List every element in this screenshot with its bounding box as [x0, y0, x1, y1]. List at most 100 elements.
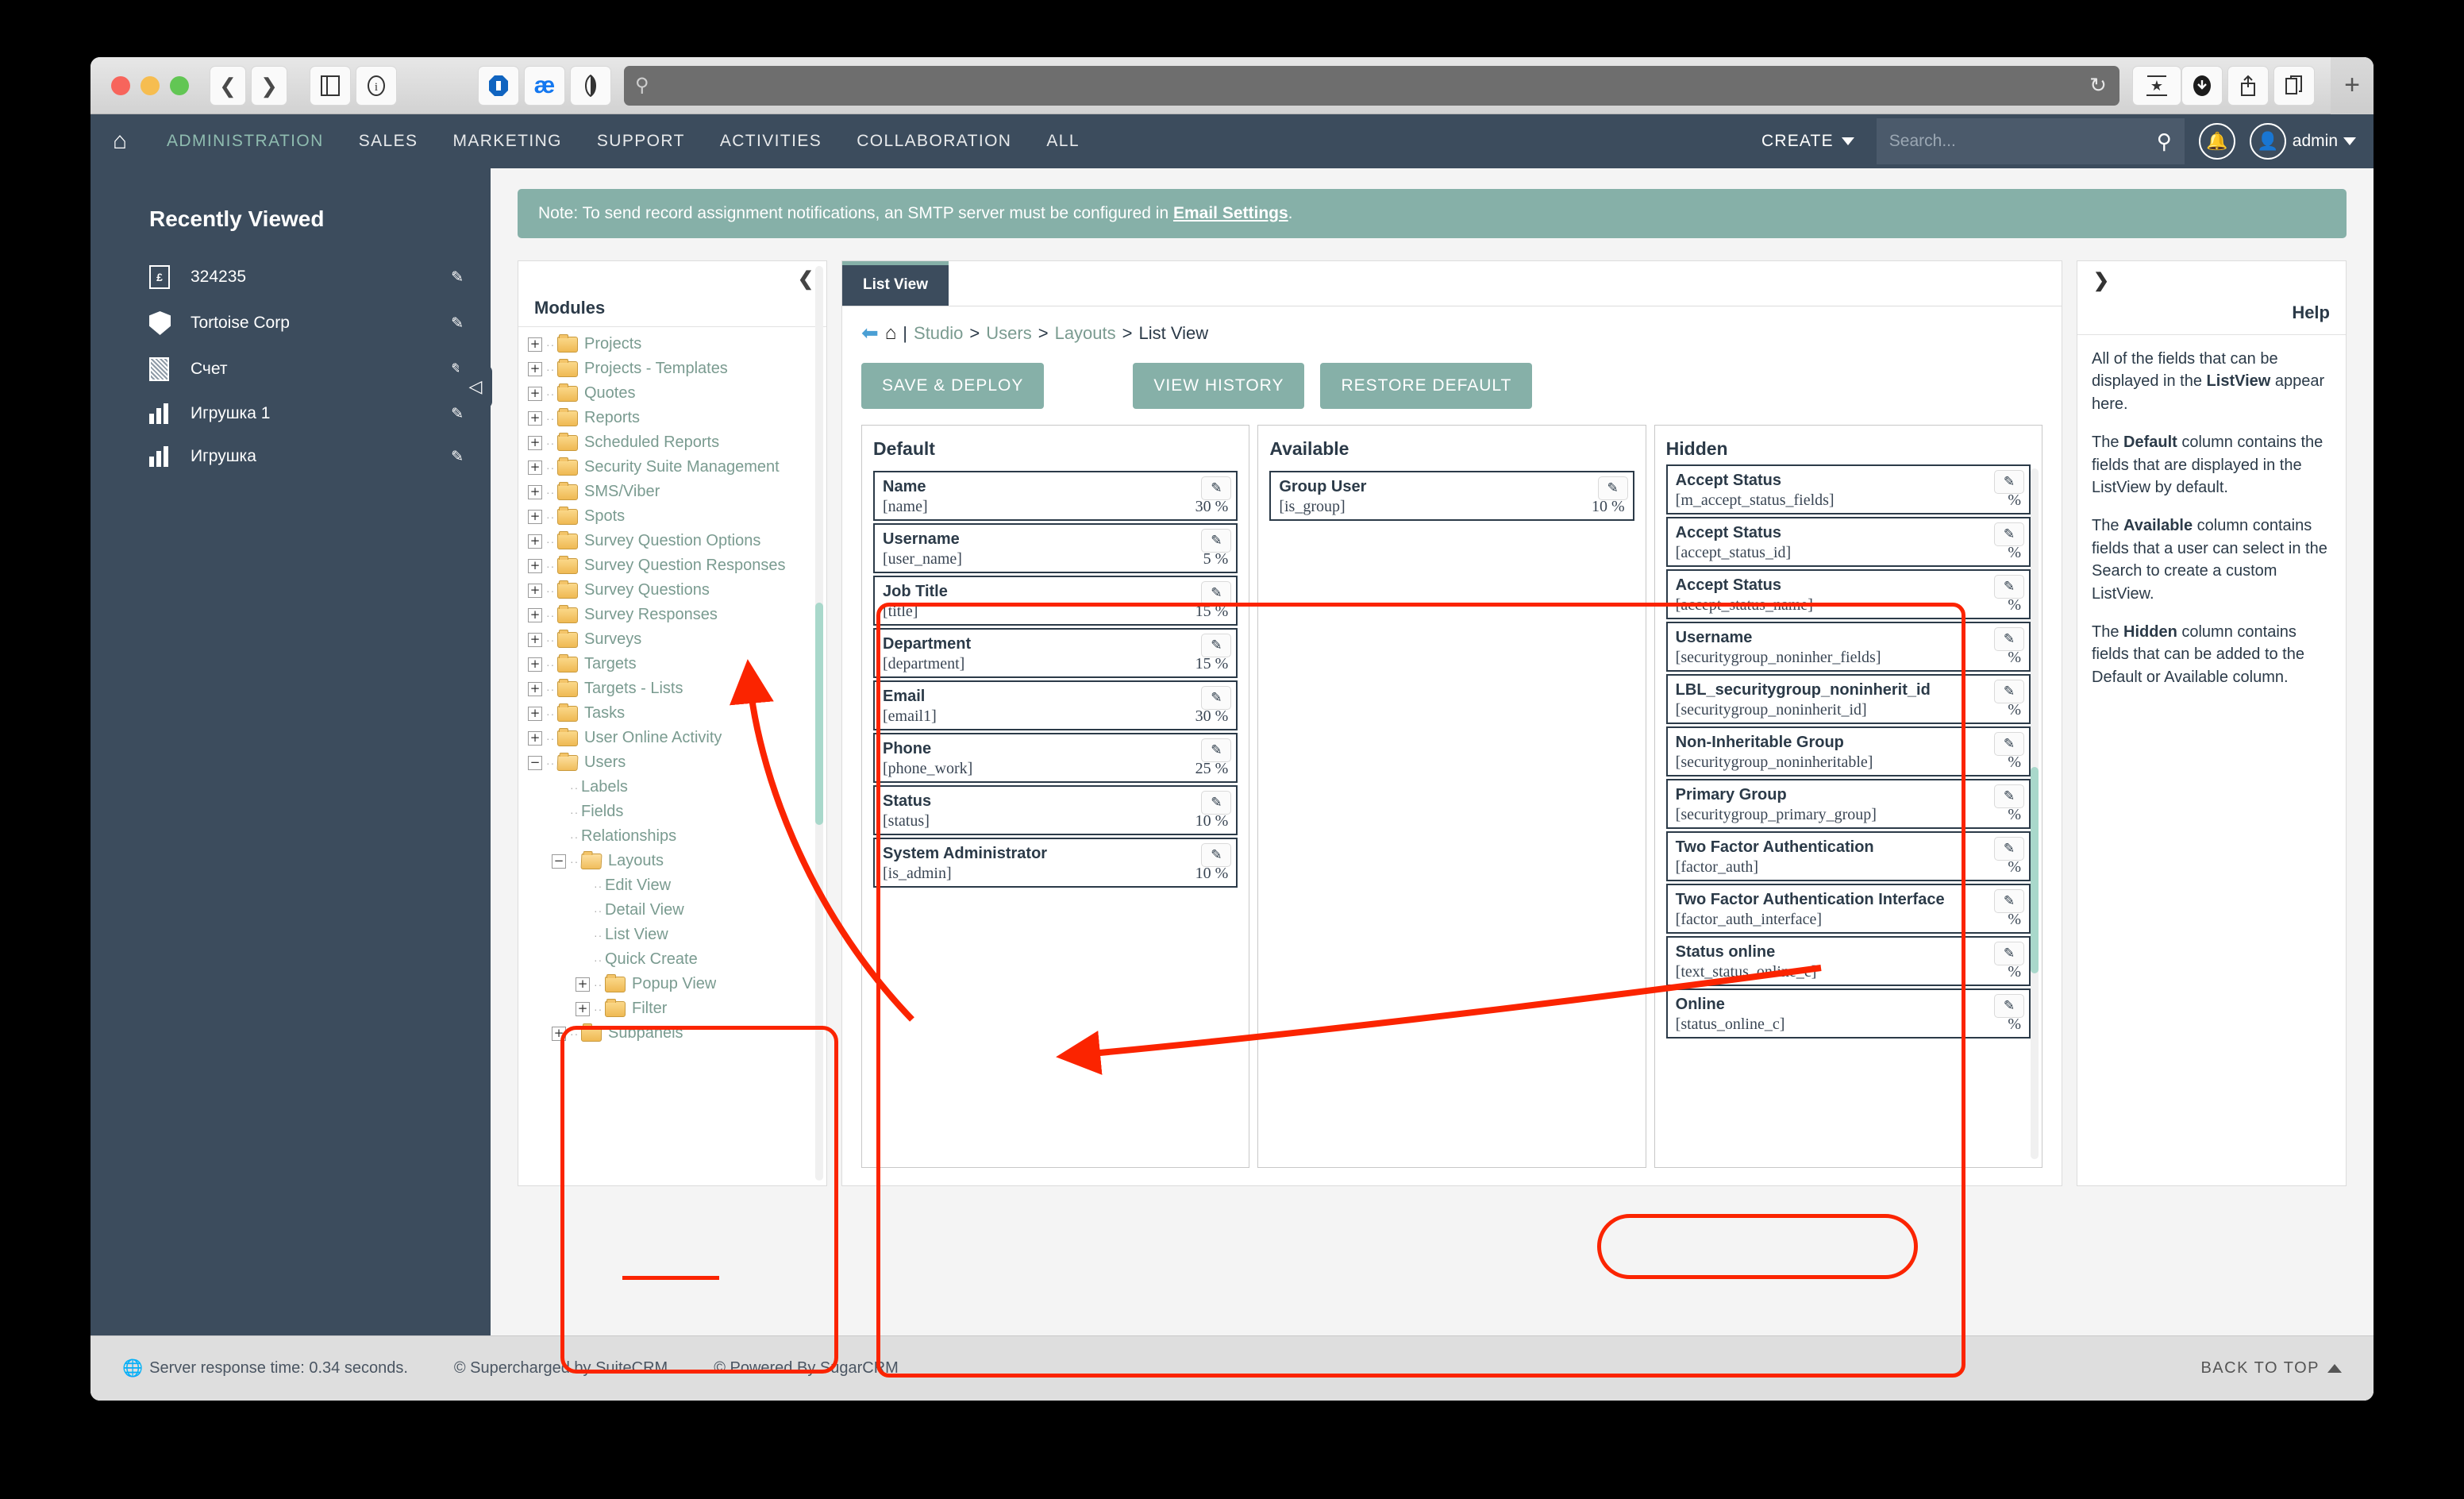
chevron-left-icon[interactable]: ❮ — [798, 268, 814, 291]
nav-item-marketing[interactable]: MARKETING — [435, 114, 579, 168]
field-card[interactable]: Status [status] 10 % ✎ — [873, 785, 1238, 835]
tree-item-user-online-activity[interactable]: + ·· User Online Activity — [523, 726, 826, 750]
expand-icon[interactable]: + — [528, 361, 542, 376]
field-card[interactable]: Two Factor Authentication [factor_auth]% ✎ — [1665, 831, 2031, 881]
edit-pencil-icon[interactable]: ✎ — [1597, 476, 1628, 500]
forward-icon[interactable]: ❯ — [251, 65, 287, 106]
edit-pencil-icon[interactable]: ✎ — [451, 448, 464, 466]
sidebar-item-tortoise-corp[interactable]: Tortoise Corp ✎ — [90, 300, 491, 346]
edit-pencil-icon[interactable]: ✎ — [1201, 634, 1232, 657]
tab-list-view[interactable]: List View — [842, 261, 949, 306]
edit-pencil-icon[interactable]: ✎ — [1993, 732, 2024, 756]
field-card[interactable]: Accept Status [m_accept_status_fields]% ✎ — [1665, 464, 2031, 514]
edit-pencil-icon[interactable]: ✎ — [1993, 470, 2024, 494]
field-card[interactable]: Email [email1] 30 % ✎ — [873, 680, 1238, 730]
email-settings-link[interactable]: Email Settings — [1173, 204, 1288, 222]
edit-pencil-icon[interactable]: ✎ — [1993, 837, 2024, 861]
edit-pencil-icon[interactable]: ✎ — [1993, 680, 2024, 703]
share-icon[interactable] — [2227, 65, 2269, 106]
tree-item-projects[interactable]: + ·· Projects — [523, 332, 826, 356]
tree-item-tasks[interactable]: + ·· Tasks — [523, 701, 826, 726]
tree-item-targets[interactable]: + ·· Targets — [523, 652, 826, 676]
sidebar-item-igrushka[interactable]: Игрушка ✎ — [90, 435, 491, 478]
edit-pencil-icon[interactable]: ✎ — [1993, 942, 2024, 965]
sidebar-item-324235[interactable]: £ 324235 ✎ — [90, 254, 491, 300]
notifications-icon[interactable]: 🔔 — [2198, 123, 2235, 160]
back-icon[interactable]: ❮ — [210, 65, 246, 106]
tree-item-quick-create[interactable]: ·· Quick Create — [523, 947, 826, 972]
tree-item-subpanels[interactable]: + ·· Subpanels — [523, 1021, 826, 1046]
tree-item-survey-responses[interactable]: + ·· Survey Responses — [523, 603, 826, 627]
bookmark-icon[interactable]: ★ — [2132, 65, 2181, 106]
hidden-column[interactable]: Hidden Accept Status [m_accept_status_fiel… — [1654, 425, 2042, 1168]
field-card[interactable]: Job Title [title] 15 % ✎ — [873, 576, 1238, 626]
nav-item-administration[interactable]: ADMINISTRATION — [149, 114, 341, 168]
user-menu[interactable]: admin — [2293, 132, 2356, 151]
tree-item-projects-templates[interactable]: + ·· Projects - Templates — [523, 356, 826, 381]
tree-item-survey-question-responses[interactable]: + ·· Survey Question Responses — [523, 553, 826, 578]
window-traffic-lights[interactable] — [111, 75, 189, 95]
chevron-right-icon[interactable]: ❯ — [2093, 270, 2109, 291]
sidebar-collapse-button[interactable]: ◁ — [459, 365, 492, 408]
modules-tree[interactable]: + ·· Projects + ·· Projects - Templates + ·· Quo… — [518, 326, 826, 1185]
edit-pencil-icon[interactable]: ✎ — [1201, 581, 1232, 605]
new-tab-icon[interactable]: + — [2331, 57, 2374, 114]
edit-pencil-icon[interactable]: ✎ — [1201, 686, 1232, 710]
expand-icon[interactable]: + — [528, 386, 542, 401]
create-button[interactable]: CREATE — [1761, 132, 1854, 151]
tree-item-filter[interactable]: + ·· Filter — [523, 996, 826, 1021]
edit-pencil-icon[interactable]: ✎ — [1201, 476, 1232, 500]
edit-pencil-icon[interactable]: ✎ — [1993, 627, 2024, 651]
nav-item-activities[interactable]: ACTIVITIES — [703, 114, 839, 168]
tree-item-targets-lists[interactable]: + ·· Targets - Lists — [523, 676, 826, 701]
field-card[interactable]: Username [securitygroup_noninher_fields]%… — [1665, 622, 2031, 672]
tree-item-scheduled-reports[interactable]: + ·· Scheduled Reports — [523, 430, 826, 455]
tree-item-layouts[interactable]: − ·· Layouts — [523, 849, 826, 873]
edit-pencil-icon[interactable]: ✎ — [451, 314, 464, 333]
expand-icon[interactable]: + — [528, 730, 542, 746]
expand-icon[interactable]: + — [576, 977, 590, 992]
back-arrow-icon[interactable]: ⬅ — [861, 321, 879, 345]
expand-icon[interactable]: + — [528, 509, 542, 524]
tree-item-popup-view[interactable]: + ·· Popup View — [523, 972, 826, 996]
tree-item-surveys[interactable]: + ·· Surveys — [523, 627, 826, 652]
tree-item-reports[interactable]: + ·· Reports — [523, 406, 826, 430]
field-card[interactable]: Phone [phone_work] 25 % ✎ — [873, 733, 1238, 783]
tree-item-list-view[interactable]: ·· List View — [523, 923, 826, 947]
nav-item-support[interactable]: SUPPORT — [579, 114, 703, 168]
tree-item-detail-view[interactable]: ·· Detail View — [523, 898, 826, 923]
field-card[interactable]: Non-Inheritable Group [securitygroup_noni… — [1665, 726, 2031, 776]
expand-icon[interactable]: + — [552, 1026, 566, 1041]
field-card[interactable]: Primary Group [securitygroup_primary_grou… — [1665, 779, 2031, 829]
edit-pencil-icon[interactable]: ✎ — [451, 268, 464, 287]
field-card[interactable]: Username [user_name] 5 % ✎ — [873, 523, 1238, 573]
global-search[interactable]: ⚲ — [1876, 118, 2185, 164]
expand-icon[interactable]: + — [528, 558, 542, 573]
field-card[interactable]: System Administrator [is_admin] 10 % ✎ — [873, 838, 1238, 888]
breadcrumb-users[interactable]: Users — [986, 323, 1031, 344]
field-card[interactable]: Status online [text_status_online_c]% ✎ — [1665, 936, 2031, 986]
tree-item-spots[interactable]: + ·· Spots — [523, 504, 826, 529]
expand-icon[interactable]: + — [528, 657, 542, 672]
save-and-deploy-button[interactable]: SAVE & DEPLOY — [861, 363, 1045, 409]
field-card[interactable]: Name [name] 30 % ✎ — [873, 471, 1238, 521]
view-history-button[interactable]: VIEW HISTORY — [1133, 363, 1305, 409]
expand-icon[interactable]: + — [528, 607, 542, 622]
edit-pencil-icon[interactable]: ✎ — [1993, 994, 2024, 1018]
tree-item-quotes[interactable]: + ·· Quotes — [523, 381, 826, 406]
ae-icon[interactable]: æ — [524, 65, 565, 106]
nav-item-sales[interactable]: SALES — [341, 114, 436, 168]
edit-pencil-icon[interactable]: ✎ — [1201, 738, 1232, 762]
restore-default-button[interactable]: RESTORE DEFAULT — [1320, 363, 1533, 409]
default-column[interactable]: Default Name [name] 30 % ✎ Username [user_name… — [861, 425, 1250, 1168]
sidebar-icon[interactable] — [310, 65, 351, 106]
expand-icon[interactable]: + — [528, 460, 542, 475]
contrast-icon[interactable] — [570, 65, 611, 106]
breadcrumb-studio[interactable]: Studio — [914, 323, 963, 344]
breadcrumb-layouts[interactable]: Layouts — [1055, 323, 1116, 344]
tree-item-sms-viber[interactable]: + ·· SMS/Viber — [523, 480, 826, 504]
avatar[interactable]: 👤 — [2249, 123, 2286, 160]
back-to-top-button[interactable]: BACK TO TOP — [2200, 1359, 2342, 1378]
adblock-icon[interactable] — [478, 65, 519, 106]
field-card[interactable]: Accept Status [accept_status_id]% ✎ — [1665, 517, 2031, 567]
